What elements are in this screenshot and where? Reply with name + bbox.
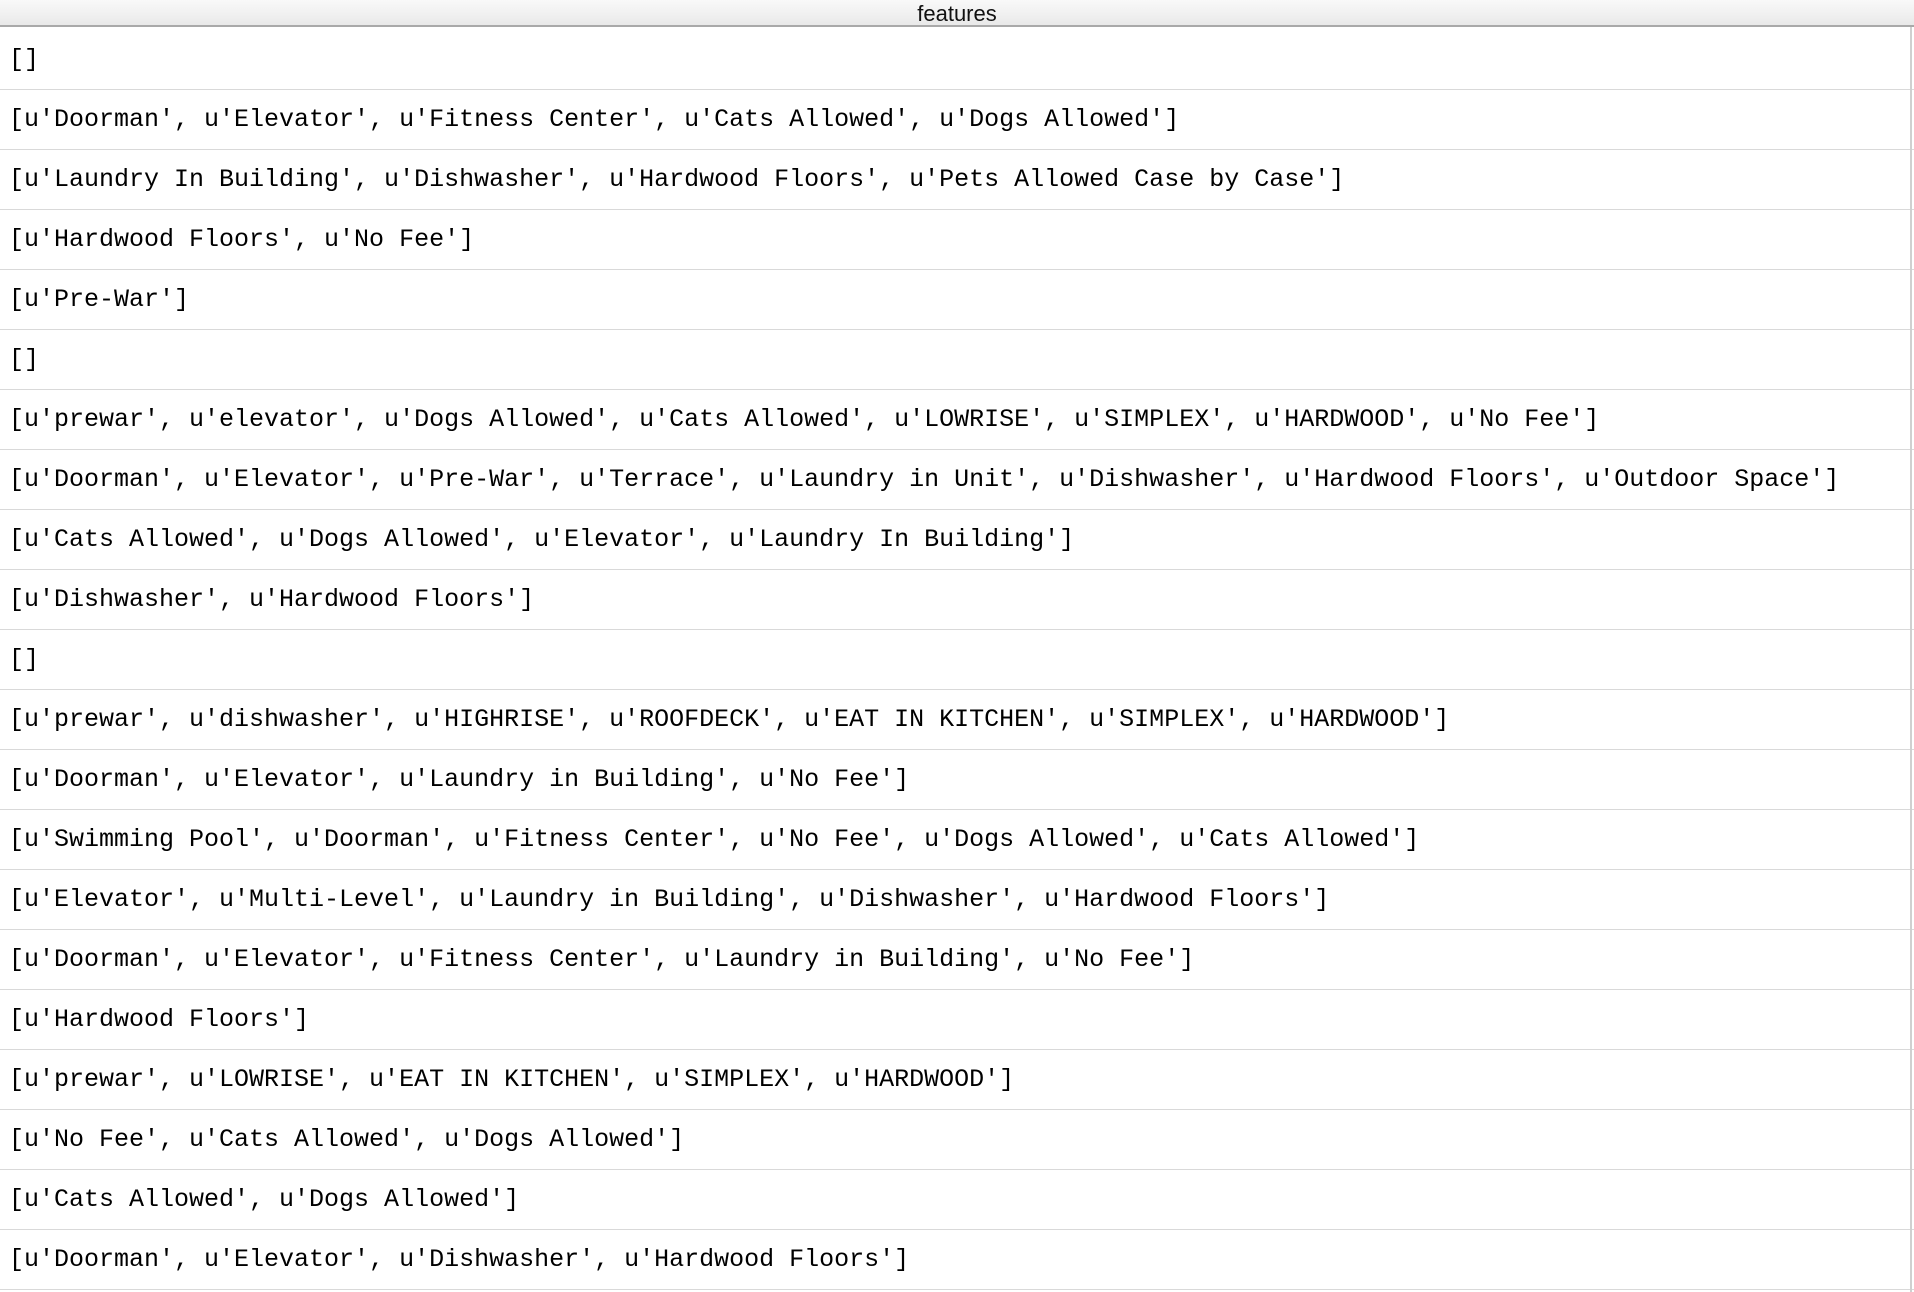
table-row[interactable]: [u'Elevator', u'Multi-Level', u'Laundry … [0,870,1914,930]
features-cell: [u'Hardwood Floors'] [9,1005,310,1034]
features-table: features [] [u'Doorman', u'Elevator', u'F… [0,0,1914,1292]
features-cell: [u'Doorman', u'Elevator', u'Pre-War', u'… [9,465,1840,494]
table-row[interactable]: [u'Doorman', u'Elevator', u'Laundry in B… [0,750,1914,810]
features-cell: [] [9,45,40,74]
table-body: [] [u'Doorman', u'Elevator', u'Fitness Ce… [0,30,1914,1290]
features-cell: [u'Hardwood Floors', u'No Fee'] [9,225,475,254]
table-row[interactable]: [u'Laundry In Building', u'Dishwasher', … [0,150,1914,210]
table-row[interactable]: [u'Doorman', u'Elevator', u'Fitness Cent… [0,930,1914,990]
features-cell: [u'Swimming Pool', u'Doorman', u'Fitness… [9,825,1420,854]
features-cell: [u'No Fee', u'Cats Allowed', u'Dogs Allo… [9,1125,685,1154]
table-row[interactable]: [u'Swimming Pool', u'Doorman', u'Fitness… [0,810,1914,870]
table-row[interactable]: [u'prewar', u'dishwasher', u'HIGHRISE', … [0,690,1914,750]
table-row[interactable]: [u'Cats Allowed', u'Dogs Allowed'] [0,1170,1914,1230]
column-header-features[interactable]: features [0,0,1914,27]
table-row[interactable]: [] [0,630,1914,690]
table-row[interactable]: [u'Doorman', u'Elevator', u'Pre-War', u'… [0,450,1914,510]
features-cell: [u'Doorman', u'Elevator', u'Dishwasher',… [9,1245,910,1274]
features-cell: [u'prewar', u'LOWRISE', u'EAT IN KITCHEN… [9,1065,1015,1094]
features-cell: [u'Doorman', u'Elevator', u'Laundry in B… [9,765,910,794]
features-cell: [u'prewar', u'elevator', u'Dogs Allowed'… [9,405,1600,434]
table-row[interactable]: [u'Doorman', u'Elevator', u'Fitness Cent… [0,90,1914,150]
table-row[interactable]: [u'Dishwasher', u'Hardwood Floors'] [0,570,1914,630]
table-right-border [1910,27,1912,1292]
features-cell: [u'Cats Allowed', u'Dogs Allowed', u'Ele… [9,525,1075,554]
table-row[interactable]: [u'Pre-War'] [0,270,1914,330]
table-row[interactable]: [] [0,330,1914,390]
column-header-label: features [917,1,997,26]
table-row[interactable]: [u'prewar', u'elevator', u'Dogs Allowed'… [0,390,1914,450]
features-cell: [u'Doorman', u'Elevator', u'Fitness Cent… [9,945,1195,974]
features-cell: [] [9,345,40,374]
table-row[interactable]: [u'Hardwood Floors', u'No Fee'] [0,210,1914,270]
features-cell: [u'Doorman', u'Elevator', u'Fitness Cent… [9,105,1180,134]
table-row[interactable]: [u'Hardwood Floors'] [0,990,1914,1050]
features-cell: [u'Laundry In Building', u'Dishwasher', … [9,165,1345,194]
table-row[interactable]: [u'Doorman', u'Elevator', u'Dishwasher',… [0,1230,1914,1290]
features-cell: [u'prewar', u'dishwasher', u'HIGHRISE', … [9,705,1450,734]
features-cell: [u'Elevator', u'Multi-Level', u'Laundry … [9,885,1330,914]
features-cell: [u'Cats Allowed', u'Dogs Allowed'] [9,1185,520,1214]
table-row[interactable]: [u'Cats Allowed', u'Dogs Allowed', u'Ele… [0,510,1914,570]
features-cell: [] [9,645,40,674]
table-row[interactable]: [u'prewar', u'LOWRISE', u'EAT IN KITCHEN… [0,1050,1914,1110]
features-cell: [u'Dishwasher', u'Hardwood Floors'] [9,585,535,614]
table-row[interactable]: [u'No Fee', u'Cats Allowed', u'Dogs Allo… [0,1110,1914,1170]
table-row[interactable]: [] [0,30,1914,90]
features-cell: [u'Pre-War'] [9,285,190,314]
